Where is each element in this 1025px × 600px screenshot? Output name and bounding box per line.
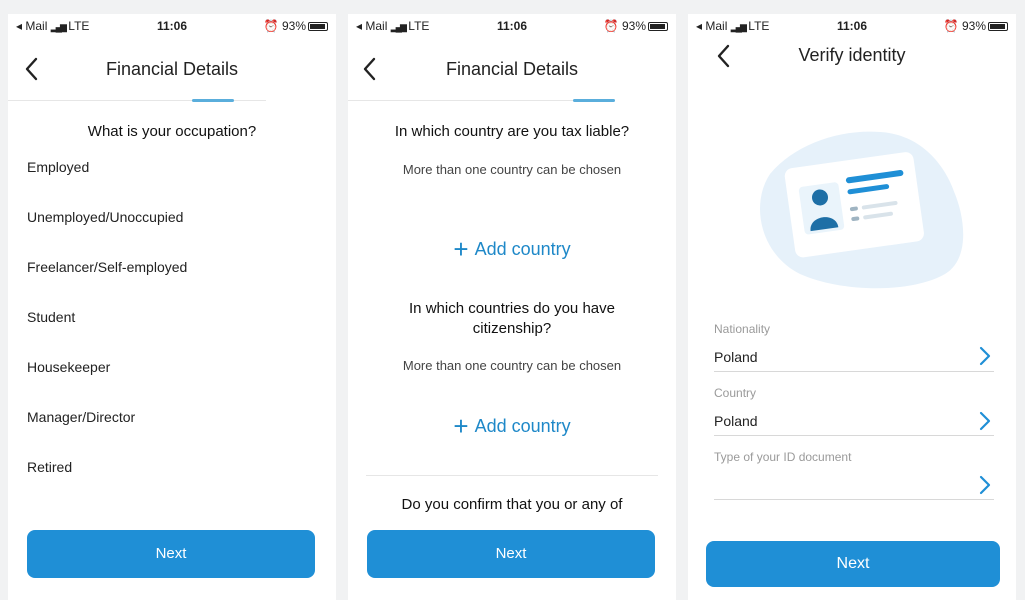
citizenship-question: In which countries do you have citizensh… — [409, 300, 615, 337]
progress-track — [348, 100, 606, 101]
citizenship-hint: More than one country can be chosen — [402, 358, 622, 373]
country-chevron-icon[interactable] — [978, 410, 992, 432]
id-document-underline — [714, 499, 994, 500]
option-manager[interactable]: Manager/Director — [27, 409, 135, 425]
status-bar: ◂ Mail ▂▄▆ LTE 11:06 ⏰ 93% — [348, 18, 676, 34]
screen-tax-details: ◂ Mail ▂▄▆ LTE 11:06 ⏰ 93% Financial Det… — [348, 14, 676, 600]
battery-icon — [308, 22, 328, 31]
back-button[interactable] — [358, 54, 382, 84]
alarm-icon: ⏰ — [943, 19, 959, 33]
tax-country-question: In which country are you tax liable? — [394, 123, 630, 140]
nationality-label: Nationality — [714, 322, 771, 336]
next-button[interactable]: Next — [27, 530, 315, 578]
section-divider — [366, 475, 658, 476]
status-bar: ◂ Mail ▂▄▆ LTE 11:06 ⏰ 93% — [8, 18, 336, 34]
occupation-question: What is your occupation? — [87, 123, 257, 140]
battery-icon — [988, 22, 1008, 31]
pep-question: Do you confirm that you or any of — [401, 496, 623, 513]
progress-indicator — [192, 99, 234, 102]
nationality-chevron-icon[interactable] — [978, 345, 992, 367]
option-retired[interactable]: Retired — [27, 459, 72, 475]
option-employed[interactable]: Employed — [27, 159, 89, 175]
plus-icon: + — [453, 234, 469, 264]
screen-verify-identity: ◂ Mail ▂▄▆ LTE 11:06 ⏰ 93% Verify identi… — [688, 14, 1016, 600]
page-title: Financial Details — [445, 59, 579, 79]
back-arrow-icon — [717, 44, 730, 68]
back-button[interactable] — [712, 41, 736, 71]
add-tax-country-button[interactable]: + Add country — [348, 234, 676, 265]
add-tax-country-label: Add country — [474, 239, 571, 259]
status-bar: ◂ Mail ▂▄▆ LTE 11:06 ⏰ 93% — [688, 18, 1016, 34]
status-battery: 93% — [621, 19, 646, 33]
option-unemployed[interactable]: Unemployed/Unoccupied — [27, 209, 183, 225]
back-arrow-icon — [363, 57, 376, 81]
page-title: Verify identity — [798, 45, 906, 65]
id-card-icon — [760, 131, 964, 289]
country-underline — [714, 435, 994, 436]
add-citizenship-country-button[interactable]: + Add country — [348, 411, 676, 442]
option-housekeeper[interactable]: Housekeeper — [27, 359, 110, 375]
country-value[interactable]: Poland — [714, 413, 758, 429]
add-citizenship-country-label: Add country — [474, 416, 571, 436]
status-battery: 93% — [281, 19, 306, 33]
back-arrow-icon — [25, 57, 38, 81]
next-button[interactable]: Next — [367, 530, 655, 578]
status-battery: 93% — [961, 19, 986, 33]
progress-indicator — [573, 99, 615, 102]
country-label: Country — [714, 386, 757, 400]
plus-icon: + — [453, 411, 469, 441]
id-document-chevron-icon[interactable] — [978, 474, 992, 496]
back-button[interactable] — [20, 54, 44, 84]
battery-icon — [648, 22, 668, 31]
id-document-label: Type of your ID document — [714, 450, 852, 464]
tax-country-hint: More than one country can be chosen — [402, 162, 622, 177]
nationality-underline — [714, 371, 994, 372]
nationality-value[interactable]: Poland — [714, 349, 758, 365]
alarm-icon: ⏰ — [603, 19, 619, 33]
alarm-icon: ⏰ — [263, 19, 279, 33]
next-button[interactable]: Next — [706, 541, 1000, 587]
option-freelancer[interactable]: Freelancer/Self-employed — [27, 259, 187, 275]
screen-occupation: ◂ Mail ▂▄▆ LTE 11:06 ⏰ 93% Financial Det… — [8, 14, 336, 600]
page-title: Financial Details — [105, 59, 239, 79]
option-student[interactable]: Student — [27, 309, 75, 325]
